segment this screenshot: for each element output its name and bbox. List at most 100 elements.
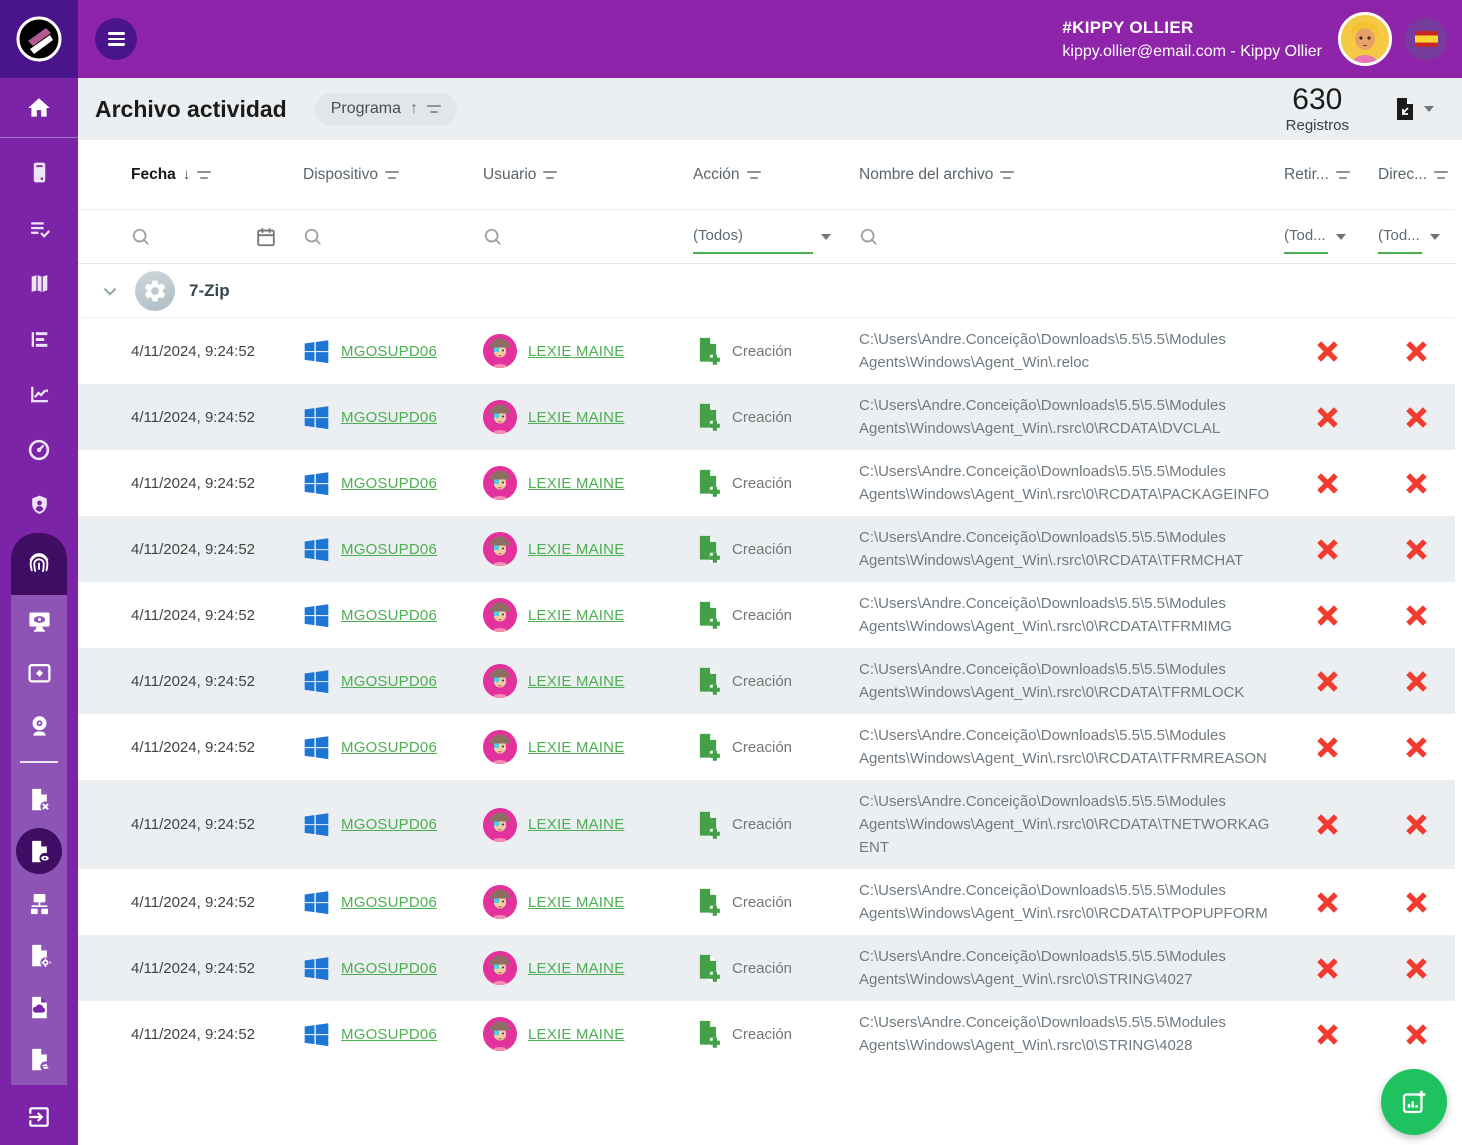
user-cell: LEXIE MAINE — [475, 516, 685, 582]
avatar[interactable] — [1338, 12, 1392, 66]
table-row[interactable]: 4/11/2024, 9:24:52 MGOSUPD06 LEXIE MAINE… — [78, 780, 1455, 869]
main-content: Archivo actividad Programa ↑ 630 Registr… — [78, 78, 1462, 1145]
device-link[interactable]: MGOSUPD06 — [341, 343, 437, 360]
action-cell: Creación — [685, 516, 851, 582]
table-row[interactable]: 4/11/2024, 9:24:52 MGOSUPD06 LEXIE MAINE… — [78, 318, 1455, 384]
user-avatar-icon — [483, 532, 517, 566]
sidebar-item-dashboard[interactable] — [0, 423, 78, 479]
filter-nombre-archivo[interactable] — [851, 210, 1276, 263]
group-by-chip[interactable]: Programa ↑ — [315, 93, 457, 126]
sidebar-item-file-blocked[interactable] — [11, 773, 67, 825]
device-link[interactable]: MGOSUPD06 — [341, 541, 437, 558]
sidebar-item-screen-watch[interactable] — [11, 595, 67, 647]
table-row[interactable]: 4/11/2024, 9:24:52 MGOSUPD06 LEXIE MAINE… — [78, 516, 1455, 582]
direccion-select[interactable]: (Tod... — [1378, 219, 1440, 254]
device-link[interactable]: MGOSUPD06 — [341, 409, 437, 426]
sidebar-item-structure[interactable] — [0, 312, 78, 368]
filter-icon[interactable] — [543, 171, 557, 179]
sidebar-item-file-cloud[interactable] — [11, 981, 67, 1033]
sidebar-item-file-activity[interactable] — [11, 825, 67, 877]
user-link[interactable]: LEXIE MAINE — [528, 894, 624, 911]
sidebar-item-tasks[interactable] — [0, 201, 78, 257]
device-link[interactable]: MGOSUPD06 — [341, 960, 437, 977]
user-link[interactable]: LEXIE MAINE — [528, 541, 624, 558]
app-logo[interactable] — [0, 0, 78, 78]
sidebar-item-network-share[interactable] — [11, 877, 67, 929]
sidebar-item-file-settings[interactable] — [11, 929, 67, 981]
user-link[interactable]: LEXIE MAINE — [528, 1026, 624, 1043]
menu-button[interactable] — [95, 18, 137, 60]
sidebar-item-logout[interactable] — [0, 1092, 78, 1142]
device-link[interactable]: MGOSUPD06 — [341, 607, 437, 624]
device-cell: MGOSUPD06 — [295, 516, 475, 582]
file-create-icon — [693, 600, 723, 630]
logout-icon — [26, 1104, 52, 1130]
action-label: Creación — [732, 739, 792, 756]
sidebar-group-activity — [11, 533, 67, 1085]
table-row[interactable]: 4/11/2024, 9:24:52 MGOSUPD06 LEXIE MAINE… — [78, 384, 1455, 450]
scrollbar-track[interactable] — [1455, 140, 1462, 1145]
gauge-icon — [26, 437, 52, 463]
sidebar-item-activity-group[interactable] — [11, 533, 67, 595]
sidebar-item-webcam[interactable] — [11, 699, 67, 751]
date-cell: 4/11/2024, 9:24:52 — [123, 780, 295, 869]
user-link[interactable]: LEXIE MAINE — [528, 475, 624, 492]
table-row[interactable]: 4/11/2024, 9:24:52 MGOSUPD06 LEXIE MAINE… — [78, 1001, 1455, 1067]
device-link[interactable]: MGOSUPD06 — [341, 894, 437, 911]
chevron-down-icon[interactable] — [99, 280, 121, 302]
table-row[interactable]: 4/11/2024, 9:24:52 MGOSUPD06 LEXIE MAINE… — [78, 869, 1455, 935]
screenshot-icon — [26, 660, 53, 687]
group-row-7zip[interactable]: 7-Zip — [78, 264, 1462, 318]
device-link[interactable]: MGOSUPD06 — [341, 475, 437, 492]
device-link[interactable]: MGOSUPD06 — [341, 673, 437, 690]
column-header-accion[interactable]: Acción — [685, 140, 851, 209]
windows-icon — [303, 668, 330, 695]
filter-icon[interactable] — [747, 171, 761, 179]
device-link[interactable]: MGOSUPD06 — [341, 739, 437, 756]
filter-icon[interactable] — [1000, 171, 1014, 179]
user-link[interactable]: LEXIE MAINE — [528, 816, 624, 833]
filter-icon[interactable] — [1434, 171, 1448, 179]
sidebar-item-screenshots[interactable] — [11, 647, 67, 699]
language-button[interactable] — [1405, 18, 1447, 60]
user-link[interactable]: LEXIE MAINE — [528, 343, 624, 360]
filter-icon[interactable] — [385, 171, 399, 179]
column-header-dispositivo[interactable]: Dispositivo — [295, 140, 475, 209]
sidebar-item-devices[interactable] — [0, 145, 78, 201]
sidebar-item-analytics[interactable] — [0, 367, 78, 423]
filter-dispositivo[interactable] — [295, 210, 475, 263]
table-row[interactable]: 4/11/2024, 9:24:52 MGOSUPD06 LEXIE MAINE… — [78, 582, 1455, 648]
sidebar-item-map[interactable] — [0, 256, 78, 312]
filter-usuario[interactable] — [475, 210, 685, 263]
filter-icon[interactable] — [197, 171, 211, 179]
table-row[interactable]: 4/11/2024, 9:24:52 MGOSUPD06 LEXIE MAINE… — [78, 648, 1455, 714]
add-report-button[interactable] — [1381, 1069, 1447, 1135]
user-link[interactable]: LEXIE MAINE — [528, 960, 624, 977]
export-button[interactable] — [1395, 97, 1434, 121]
filter-icon[interactable] — [1336, 171, 1350, 179]
column-header-nombre-archivo[interactable]: Nombre del archivo — [851, 140, 1276, 209]
table-row[interactable]: 4/11/2024, 9:24:52 MGOSUPD06 LEXIE MAINE… — [78, 935, 1455, 1001]
user-avatar-icon — [483, 466, 517, 500]
sidebar-item-accounts[interactable] — [0, 478, 78, 534]
column-header-retirado[interactable]: Retir... — [1276, 140, 1370, 209]
column-header-usuario[interactable]: Usuario — [475, 140, 685, 209]
column-header-direccion[interactable]: Direc... — [1370, 140, 1455, 209]
user-link[interactable]: LEXIE MAINE — [528, 673, 624, 690]
accion-select[interactable]: (Todos) — [693, 219, 831, 254]
table-row[interactable]: 4/11/2024, 9:24:52 MGOSUPD06 LEXIE MAINE… — [78, 450, 1455, 516]
table-row[interactable]: 4/11/2024, 9:24:52 MGOSUPD06 LEXIE MAINE… — [78, 714, 1455, 780]
retirado-select[interactable]: (Tod... — [1284, 219, 1346, 254]
user-link[interactable]: LEXIE MAINE — [528, 739, 624, 756]
filter-fecha[interactable] — [123, 210, 295, 263]
device-link[interactable]: MGOSUPD06 — [341, 816, 437, 833]
sidebar-item-home[interactable] — [0, 78, 78, 138]
table-body: 4/11/2024, 9:24:52 MGOSUPD06 LEXIE MAINE… — [78, 318, 1462, 1067]
user-link[interactable]: LEXIE MAINE — [528, 409, 624, 426]
column-header-fecha[interactable]: Fecha ↓ — [123, 140, 295, 209]
date-cell: 4/11/2024, 9:24:52 — [123, 450, 295, 516]
user-link[interactable]: LEXIE MAINE — [528, 607, 624, 624]
sidebar-item-file-transfer[interactable] — [11, 1033, 67, 1085]
device-link[interactable]: MGOSUPD06 — [341, 1026, 437, 1043]
calendar-icon[interactable] — [255, 226, 277, 248]
